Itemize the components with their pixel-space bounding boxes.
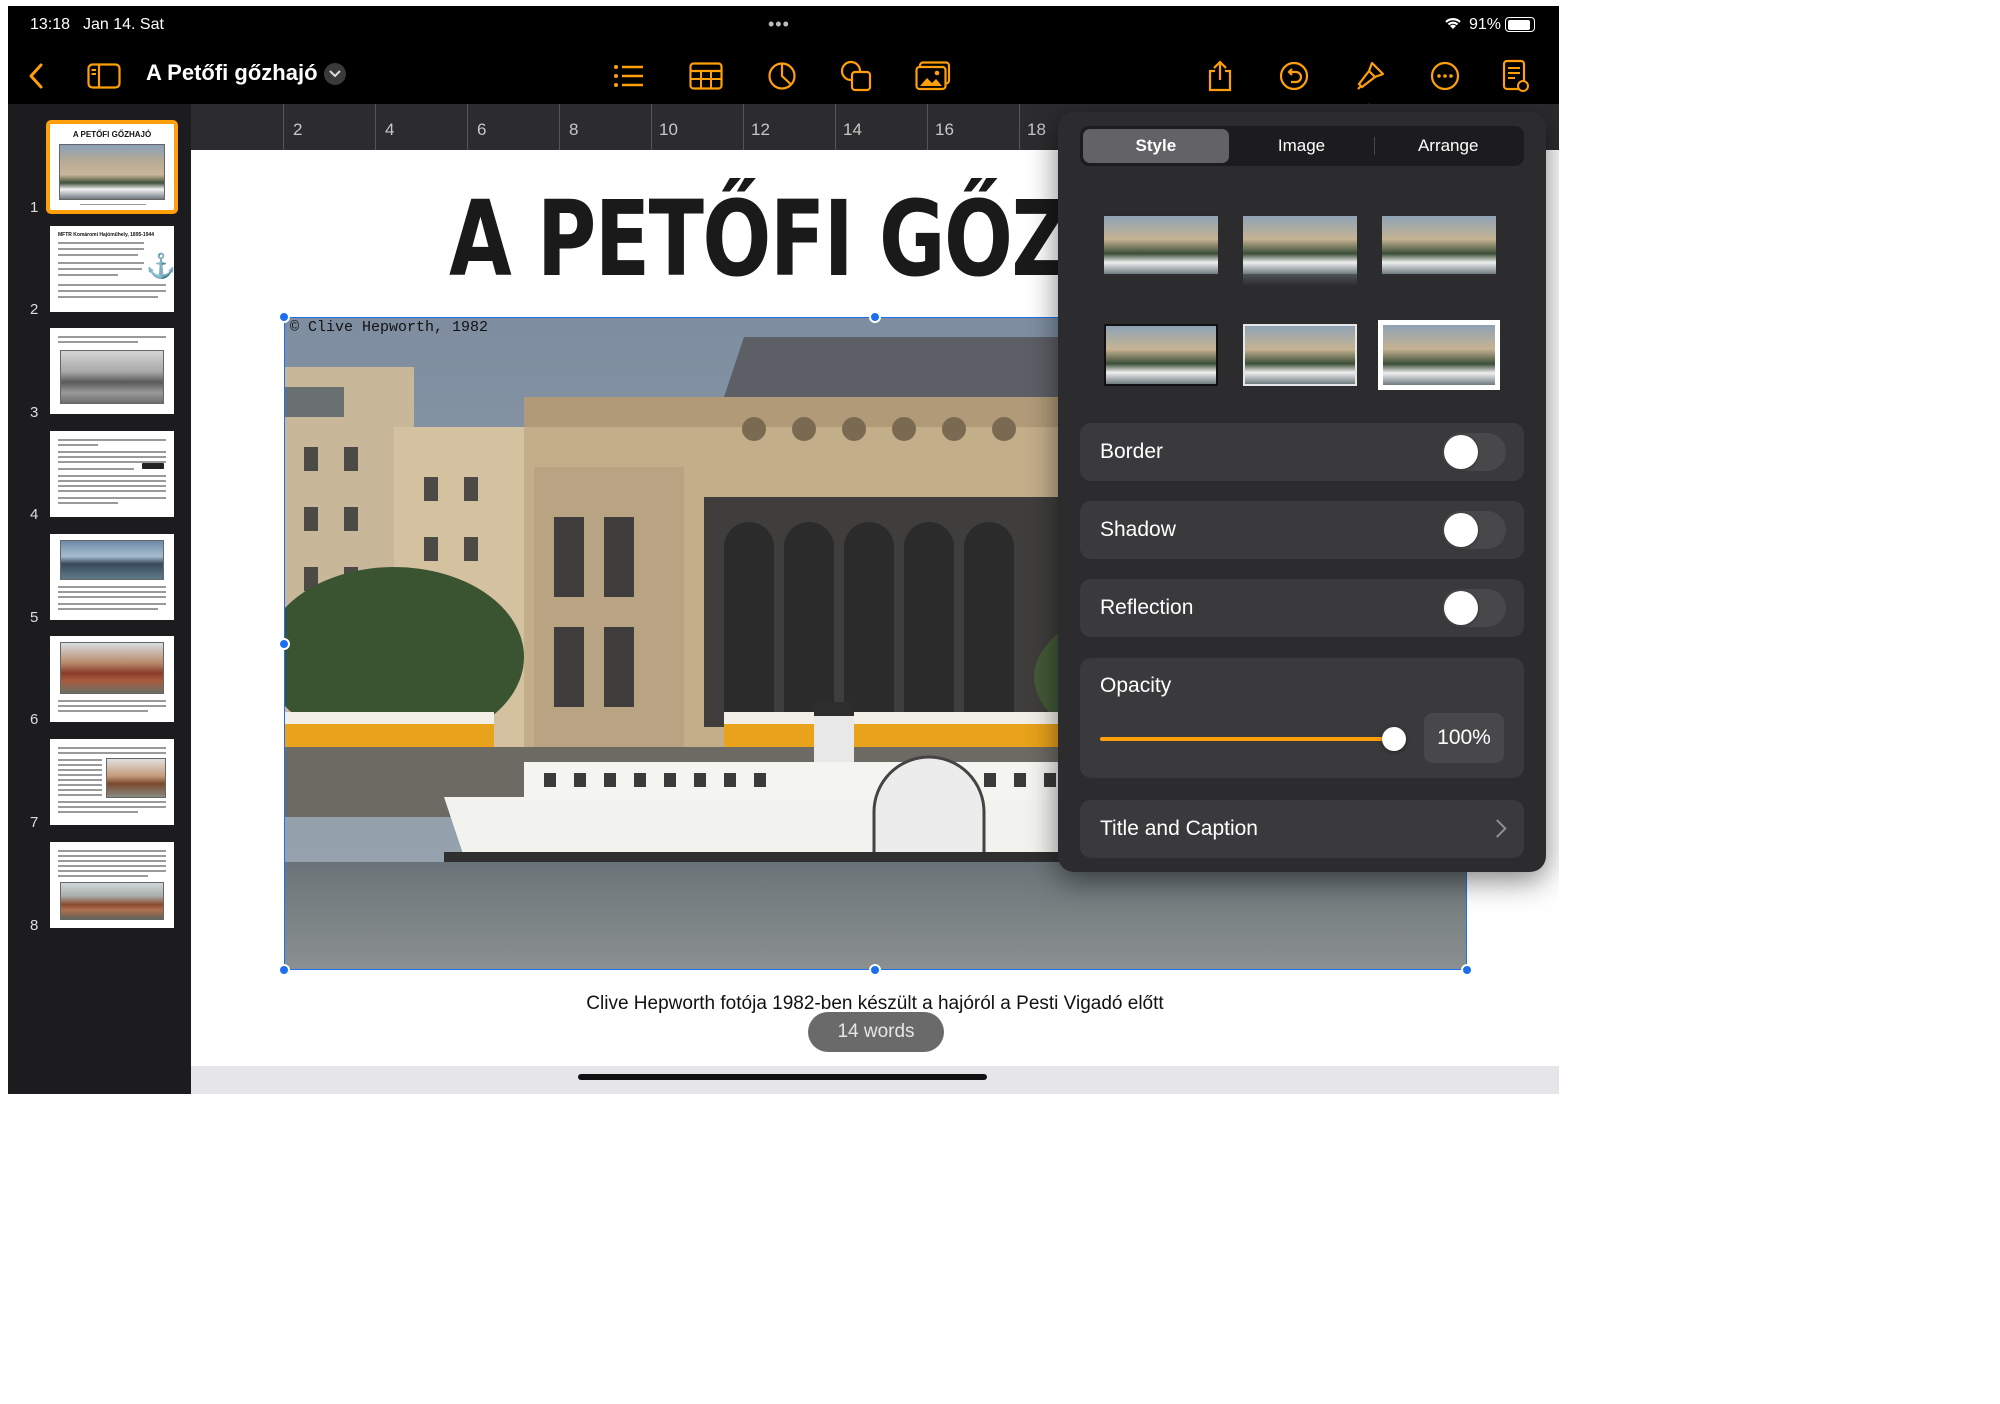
shadow-row[interactable]: Shadow xyxy=(1080,501,1524,559)
slide-number: 7 xyxy=(30,814,39,831)
slide-thumbnail-3[interactable] xyxy=(50,328,174,414)
back-chevron-icon[interactable] xyxy=(18,58,54,94)
slide-thumbnail-photo xyxy=(60,642,164,694)
slide-number: 1 xyxy=(30,199,39,216)
app-window: 13:18 Jan 14. Sat ••• 91% A Petőfi gőzha… xyxy=(8,6,1559,1094)
reflection-toggle[interactable] xyxy=(1442,589,1506,627)
slide-thumbnail-title: A PETŐFI GŐZHAJÓ xyxy=(72,130,152,139)
title-and-caption-label: Title and Caption xyxy=(1100,817,1258,840)
image-style-preset-1[interactable] xyxy=(1104,212,1218,274)
slide-thumbnail-photo xyxy=(60,882,164,920)
shadow-label: Shadow xyxy=(1100,518,1176,541)
ship-icon xyxy=(142,463,164,469)
status-bar: 13:18 Jan 14. Sat ••• 91% xyxy=(8,6,1559,44)
slide-thumbnail-1[interactable]: A PETŐFI GŐZHAJÓ xyxy=(46,120,178,214)
image-style-preset-6[interactable] xyxy=(1378,320,1500,390)
table-icon[interactable] xyxy=(688,58,724,94)
border-toggle[interactable] xyxy=(1442,433,1506,471)
undo-icon[interactable] xyxy=(1276,58,1312,94)
slide-thumbnail-2[interactable]: MFTR Komáromi Hajóműhely, 1895-1944 ⚓ xyxy=(50,226,174,312)
resize-handle-top-left[interactable] xyxy=(278,311,290,323)
ruler-label: 14 xyxy=(843,120,862,139)
slide-number: 8 xyxy=(30,917,39,934)
multitasking-dots-icon[interactable]: ••• xyxy=(768,14,790,35)
resize-handle-bottom-right[interactable] xyxy=(1461,964,1473,976)
chevron-right-icon xyxy=(1488,819,1507,838)
resize-handle-left[interactable] xyxy=(278,638,290,650)
tab-arrange[interactable]: Arrange xyxy=(1375,129,1521,163)
slide-number: 6 xyxy=(30,711,39,728)
list-icon[interactable] xyxy=(611,58,647,94)
slide-thumbnail-photo xyxy=(59,144,165,200)
title-and-caption-row[interactable]: Title and Caption xyxy=(1080,800,1524,858)
format-brush-icon[interactable] xyxy=(1352,58,1388,94)
slide-number: 3 xyxy=(30,404,39,421)
slide-thumbnail-5[interactable] xyxy=(50,534,174,620)
ruler-label: 16 xyxy=(935,120,954,139)
resize-handle-top[interactable] xyxy=(869,311,881,323)
opacity-row: Opacity 100% xyxy=(1080,658,1524,778)
image-style-preset-2[interactable] xyxy=(1243,212,1357,286)
toolbar: A Petőfi gőzhajó xyxy=(8,44,1559,104)
home-indicator[interactable] xyxy=(578,1074,987,1080)
slide-number: 4 xyxy=(30,506,39,523)
image-style-preset-5[interactable] xyxy=(1243,322,1357,388)
battery-percent: 91% xyxy=(1469,16,1502,33)
battery-icon xyxy=(1505,17,1535,32)
opacity-value-field[interactable]: 100% xyxy=(1424,713,1504,763)
share-icon[interactable] xyxy=(1202,58,1238,94)
more-icon[interactable] xyxy=(1427,58,1463,94)
format-tabs: Style Image Arrange xyxy=(1080,126,1524,166)
slide-thumbnail-6[interactable] xyxy=(50,636,174,722)
slide-thumbnail-8[interactable] xyxy=(50,842,174,928)
slide-thumbnail-photo xyxy=(60,350,164,404)
image-style-preset-3[interactable] xyxy=(1382,212,1496,274)
format-popover: Style Image Arrange Border Shadow Reflec… xyxy=(1058,112,1546,872)
opacity-slider-track[interactable] xyxy=(1100,737,1396,741)
ruler-label: 18 xyxy=(1027,120,1046,139)
document-options-icon[interactable] xyxy=(1498,58,1534,94)
shape-icon[interactable] xyxy=(838,58,874,94)
slide-thumbnail-4[interactable] xyxy=(50,431,174,517)
opacity-slider-knob[interactable] xyxy=(1382,727,1406,751)
status-time: 13:18 xyxy=(30,16,71,33)
tab-image[interactable]: Image xyxy=(1229,129,1375,163)
image-style-preset-4[interactable] xyxy=(1104,322,1218,388)
reflection-label: Reflection xyxy=(1100,596,1194,619)
anchor-icon: ⚓ xyxy=(146,253,174,280)
slide-title[interactable]: A PETŐFI GŐZ xyxy=(449,178,1070,300)
reflection-row[interactable]: Reflection xyxy=(1080,579,1524,637)
resize-handle-bottom-left[interactable] xyxy=(278,964,290,976)
ruler-label: 10 xyxy=(659,120,678,139)
shadow-toggle[interactable] xyxy=(1442,511,1506,549)
tab-style[interactable]: Style xyxy=(1083,129,1229,163)
status-date: Jan 14. Sat xyxy=(83,16,164,33)
ruler-label: 2 xyxy=(293,120,303,139)
slide-thumbnail-photo xyxy=(60,540,164,580)
slide-navigator: A PETŐFI GŐZHAJÓ 1 MFTR Komáromi Hajóműh… xyxy=(8,104,191,1094)
ruler-label: 4 xyxy=(385,120,395,139)
slide-number: 5 xyxy=(30,609,39,626)
ruler-label: 6 xyxy=(477,120,487,139)
word-count-badge[interactable]: 14 words xyxy=(808,1012,944,1052)
ruler-label: 12 xyxy=(751,120,770,139)
border-label: Border xyxy=(1100,440,1164,463)
slide-number: 2 xyxy=(30,301,39,318)
slide-thumbnail-7[interactable] xyxy=(50,739,174,825)
sidebar-toggle-icon[interactable] xyxy=(86,58,122,94)
title-menu-chevron-icon[interactable] xyxy=(324,63,346,85)
resize-handle-bottom[interactable] xyxy=(869,964,881,976)
opacity-label: Opacity xyxy=(1100,674,1172,697)
media-icon[interactable] xyxy=(915,58,951,94)
wifi-icon xyxy=(1443,15,1463,36)
slide-thumbnail-photo xyxy=(106,758,166,798)
slide-thumbnail-title: MFTR Komáromi Hajóműhely, 1895-1944 xyxy=(58,232,155,238)
document-title[interactable]: A Petőfi gőzhajó xyxy=(146,60,318,86)
ruler-label: 8 xyxy=(569,120,579,139)
border-row[interactable]: Border xyxy=(1080,423,1524,481)
chart-icon[interactable] xyxy=(764,58,800,94)
